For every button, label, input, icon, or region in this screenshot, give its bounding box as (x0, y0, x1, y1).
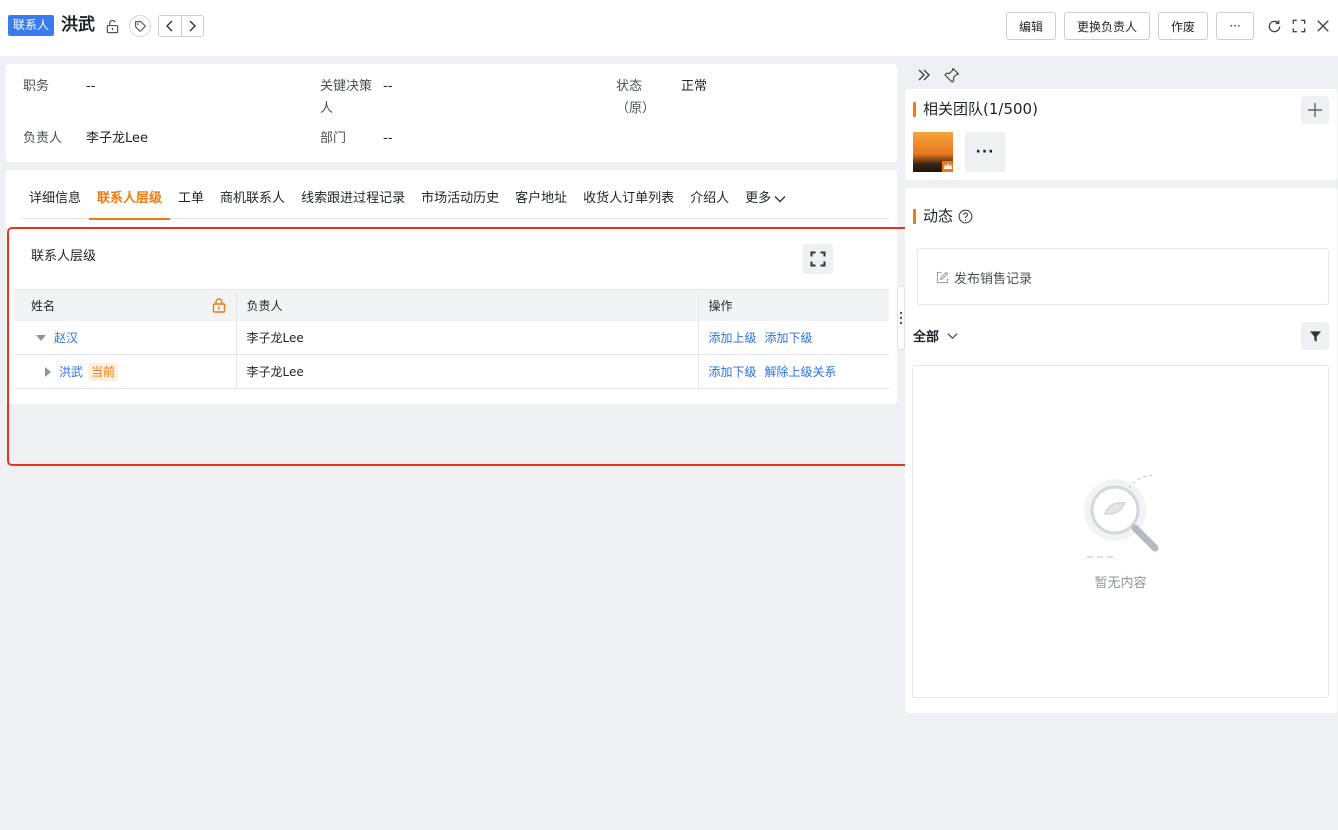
empty-state-text: 暂无内容 (1094, 576, 1147, 591)
drag-dots-icon (899, 311, 903, 325)
change-owner-button[interactable]: 更换负责人 (1064, 12, 1150, 40)
cell-name: 洪武 当前 (14, 354, 237, 389)
chevron-down-icon (947, 332, 958, 339)
close-icon[interactable] (1314, 17, 1332, 35)
tab-bar: 详细信息 联系人层级 工单 商机联系人 线索跟进过程记录 市场活动历史 客户地址… (21, 186, 889, 220)
next-record-button[interactable] (180, 16, 204, 36)
chevron-down-icon (774, 195, 786, 202)
owner-crown-icon (942, 161, 953, 172)
add-team-member-button[interactable] (1301, 96, 1329, 124)
field-label-position: 职务 (23, 79, 50, 94)
edit-button[interactable]: 编辑 (1006, 12, 1056, 40)
accent-bar (913, 102, 916, 117)
cell-actions: 添加下级 解除上级关系 (698, 354, 889, 389)
refresh-icon[interactable] (1265, 17, 1283, 35)
field-label-owner: 负责人 (23, 131, 63, 146)
pin-icon[interactable] (944, 67, 960, 87)
accent-bar (913, 209, 916, 224)
tag-icon[interactable] (129, 15, 151, 37)
contact-name-link[interactable]: 赵汉 (54, 331, 78, 345)
field-label-department: 部门 (320, 131, 347, 146)
activity-title: 动态 (923, 207, 954, 225)
current-badge: 当前 (88, 362, 119, 381)
summary-card: 职务 -- 关键决策人 -- 状态（原） 正常 负责人 李子龙Lee 部门 -- (6, 64, 897, 162)
tab-more-label: 更多 (745, 191, 772, 206)
publish-placeholder: 发布销售记录 (936, 268, 1032, 287)
tab-details[interactable]: 详细信息 (21, 186, 89, 219)
column-header-name-label: 姓名 (31, 298, 56, 313)
cell-name: 赵汉 (14, 320, 237, 355)
plus-icon (1308, 103, 1322, 117)
expand-caret-icon[interactable] (45, 367, 51, 377)
tab-opportunity-contacts[interactable]: 商机联系人 (212, 186, 293, 219)
top-bar: 联系人 洪武 编辑 更换负责人 作废 ··· (0, 0, 1338, 56)
field-value-department: -- (383, 131, 393, 146)
record-navigation (158, 15, 204, 37)
field-label-status: 状态（原） (616, 79, 656, 116)
activity-filter-dropdown[interactable]: 全部 (913, 326, 958, 345)
help-icon[interactable] (958, 209, 973, 224)
field-value-owner: 李子龙Lee (86, 131, 149, 146)
related-lists-card: 详细信息 联系人层级 工单 商机联系人 线索跟进过程记录 市场活动历史 客户地址… (6, 170, 897, 404)
tab-contact-hierarchy[interactable]: 联系人层级 (89, 186, 171, 220)
avatar[interactable] (913, 132, 953, 172)
void-button[interactable]: 作废 (1158, 12, 1208, 40)
lock-icon (212, 298, 226, 316)
contact-name-link[interactable]: 洪武 (59, 365, 83, 379)
section-title: 联系人层级 (31, 249, 97, 264)
edit-note-icon (936, 271, 949, 284)
filter-button[interactable] (1301, 322, 1329, 350)
tab-customer-address[interactable]: 客户地址 (507, 186, 575, 219)
cell-owner: 李子龙Lee (236, 354, 699, 389)
collapse-panel-icon[interactable] (916, 67, 932, 87)
field-value-status: 正常 (681, 79, 708, 94)
related-team-card: 相关团队(1/500) ··· (905, 89, 1337, 180)
right-panel-toolbar (916, 67, 960, 87)
more-actions-button[interactable]: ··· (1216, 12, 1254, 40)
column-header-actions: 操作 (698, 289, 889, 321)
collapse-caret-icon[interactable] (36, 335, 46, 342)
panel-resize-handle[interactable] (897, 286, 905, 350)
fullscreen-icon (810, 251, 826, 267)
add-child-link[interactable]: 添加下级 (765, 331, 813, 345)
fullscreen-section-button[interactable] (803, 244, 833, 274)
field-label-key-decision-maker: 关键决策人 (320, 79, 373, 116)
cell-actions: 添加上级 添加下级 (698, 320, 889, 355)
tab-campaign-history[interactable]: 市场活动历史 (413, 186, 507, 219)
filter-icon (1309, 330, 1321, 342)
more-members-button[interactable]: ··· (965, 132, 1005, 172)
remove-parent-link[interactable]: 解除上级关系 (765, 365, 837, 379)
empty-search-illustration-icon (1084, 474, 1159, 558)
team-title: 相关团队(1/500) (923, 100, 1038, 118)
add-child-link[interactable]: 添加下级 (709, 365, 757, 379)
tab-lead-followup-records[interactable]: 线索跟进过程记录 (293, 186, 413, 219)
column-header-name: 姓名 (14, 289, 237, 321)
tab-referrer[interactable]: 介绍人 (682, 186, 737, 219)
activity-card: 动态 发布销售记录 全部 暂无内容 (905, 188, 1337, 713)
table-row: 赵汉 李子龙Lee 添加上级 添加下级 (14, 320, 889, 355)
add-parent-link[interactable]: 添加上级 (709, 331, 757, 345)
table-row: 洪武 当前 李子龙Lee 添加下级 解除上级关系 (14, 354, 889, 389)
tab-work-orders[interactable]: 工单 (170, 186, 212, 219)
cell-owner: 李子龙Lee (236, 320, 699, 355)
page-title: 洪武 (61, 15, 95, 35)
previous-record-button[interactable] (159, 16, 181, 36)
filter-label: 全部 (913, 330, 940, 345)
activity-list: 暂无内容 (912, 365, 1329, 698)
tab-more[interactable]: 更多 (737, 186, 794, 219)
hierarchy-table: 姓名 负责人 操作 赵汉 李子龙Lee 添加上级 添加下级 洪武 当前 李子龙L… (14, 289, 889, 389)
fullscreen-icon[interactable] (1290, 17, 1308, 35)
table-header-row: 姓名 负责人 操作 (14, 289, 889, 321)
publish-label: 发布销售记录 (954, 272, 1033, 287)
column-header-owner: 负责人 (236, 289, 699, 321)
field-value-key-decision-maker: -- (383, 79, 393, 94)
field-value-position: -- (86, 79, 96, 94)
unlock-icon[interactable] (104, 18, 120, 34)
record-type-badge: 联系人 (8, 15, 55, 36)
chevron-left-icon (165, 20, 173, 32)
publish-sales-record-input[interactable]: 发布销售记录 (917, 248, 1329, 305)
tab-consignee-orders[interactable]: 收货人订单列表 (575, 186, 682, 219)
chevron-right-icon (189, 20, 197, 32)
